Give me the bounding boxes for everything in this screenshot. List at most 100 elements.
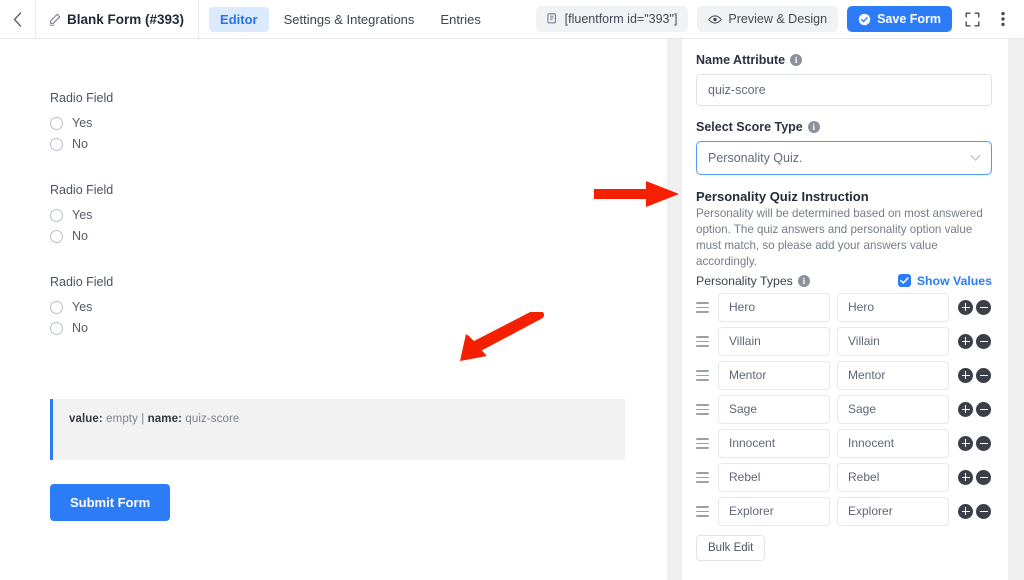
remove-personality-type-button[interactable]	[976, 334, 991, 349]
add-personality-type-button[interactable]	[958, 300, 973, 315]
personality-type-row	[696, 293, 992, 322]
personality-type-value-input[interactable]	[837, 429, 949, 458]
radio-field-3: Radio Field Yes No	[50, 275, 113, 342]
info-icon[interactable]: i	[808, 121, 820, 133]
form-title[interactable]: Blank Form (#393)	[36, 0, 199, 39]
personality-type-label-input[interactable]	[718, 361, 830, 390]
drag-handle-icon[interactable]	[696, 367, 711, 383]
show-values-toggle[interactable]: Show Values	[898, 274, 992, 288]
bulk-edit-button[interactable]: Bulk Edit	[696, 535, 765, 561]
score-type-select-wrap: Personality Quiz.	[696, 141, 992, 175]
radio-option[interactable]: No	[50, 229, 113, 243]
check-icon	[900, 277, 909, 284]
radio-option-label: No	[72, 137, 88, 151]
drag-handle-icon[interactable]	[696, 299, 711, 315]
personality-type-value-input[interactable]	[837, 497, 949, 526]
row-actions	[958, 504, 991, 519]
personality-type-label-input[interactable]	[718, 293, 830, 322]
radio-button-icon[interactable]	[50, 322, 63, 335]
show-values-label: Show Values	[917, 274, 992, 288]
add-personality-type-button[interactable]	[958, 368, 973, 383]
add-personality-type-button[interactable]	[958, 334, 973, 349]
name-attribute-label-text: Name Attribute	[696, 53, 785, 67]
remove-personality-type-button[interactable]	[976, 436, 991, 451]
tab-editor[interactable]: Editor	[209, 7, 269, 32]
notice-name: quiz-score	[185, 413, 239, 425]
radio-button-icon[interactable]	[50, 138, 63, 151]
personality-type-value-input[interactable]	[837, 361, 949, 390]
shortcode-chip[interactable]: [fluentform id="393"]	[536, 6, 689, 32]
radio-option[interactable]: Yes	[50, 208, 113, 222]
personality-types-list	[696, 293, 992, 526]
radio-button-icon[interactable]	[50, 230, 63, 243]
submit-form-button[interactable]: Submit Form	[50, 484, 170, 521]
radio-option[interactable]: Yes	[50, 116, 113, 130]
personality-type-value-input[interactable]	[837, 327, 949, 356]
drag-handle-icon[interactable]	[696, 435, 711, 451]
radio-option[interactable]: Yes	[50, 300, 113, 314]
radio-button-icon[interactable]	[50, 117, 63, 130]
notice-text: value: empty | name: quiz-score	[53, 399, 625, 425]
radio-option-label: Yes	[72, 116, 92, 130]
tab-entries[interactable]: Entries	[429, 7, 491, 32]
drag-handle-icon[interactable]	[696, 401, 711, 417]
check-circle-icon	[858, 13, 871, 26]
personality-type-label-input[interactable]	[718, 497, 830, 526]
fullscreen-button[interactable]	[961, 8, 983, 30]
radio-option-label: Yes	[72, 208, 92, 222]
remove-personality-type-button[interactable]	[976, 470, 991, 485]
radio-option[interactable]: No	[50, 137, 113, 151]
name-attribute-input[interactable]	[696, 74, 992, 106]
field-settings-content: Name Attribute i Select Score Type i Per…	[682, 39, 1008, 561]
form-title-text: Blank Form (#393)	[67, 12, 184, 27]
radio-field-1: Radio Field Yes No	[50, 91, 113, 158]
personality-type-value-input[interactable]	[837, 293, 949, 322]
radio-field-2: Radio Field Yes No	[50, 183, 113, 250]
select-score-type-label: Select Score Type i	[696, 120, 992, 134]
fullscreen-icon	[965, 12, 980, 27]
save-form-button[interactable]: Save Form	[847, 6, 952, 32]
notice-separator: |	[141, 413, 144, 425]
score-type-select[interactable]: Personality Quiz.	[696, 141, 992, 175]
personality-type-label-input[interactable]	[718, 429, 830, 458]
drag-handle-icon[interactable]	[696, 469, 711, 485]
personality-type-row	[696, 497, 992, 526]
personality-types-label-text: Personality Types	[696, 274, 793, 288]
radio-option[interactable]: No	[50, 321, 113, 335]
show-values-checkbox[interactable]	[898, 274, 911, 287]
drag-handle-icon[interactable]	[696, 333, 711, 349]
remove-personality-type-button[interactable]	[976, 402, 991, 417]
remove-personality-type-button[interactable]	[976, 300, 991, 315]
eye-icon	[708, 14, 722, 25]
top-bar: Blank Form (#393) Editor Settings & Inte…	[0, 0, 1024, 39]
remove-personality-type-button[interactable]	[976, 504, 991, 519]
row-actions	[958, 368, 991, 383]
preview-design-label: Preview & Design	[728, 12, 827, 26]
personality-type-value-input[interactable]	[837, 395, 949, 424]
add-personality-type-button[interactable]	[958, 402, 973, 417]
tab-settings-integrations[interactable]: Settings & Integrations	[273, 7, 426, 32]
personality-type-row	[696, 463, 992, 492]
personality-type-label-input[interactable]	[718, 395, 830, 424]
radio-button-icon[interactable]	[50, 209, 63, 222]
personality-type-value-input[interactable]	[837, 463, 949, 492]
notice-name-key: name:	[148, 413, 182, 425]
personality-type-label-input[interactable]	[718, 463, 830, 492]
row-actions	[958, 436, 991, 451]
add-personality-type-button[interactable]	[958, 436, 973, 451]
quiz-score-field-notice[interactable]: value: empty | name: quiz-score	[50, 399, 625, 460]
instruction-body: Personality will be determined based on …	[696, 206, 992, 270]
drag-handle-icon[interactable]	[696, 503, 711, 519]
add-personality-type-button[interactable]	[958, 470, 973, 485]
info-icon[interactable]: i	[790, 54, 802, 66]
personality-type-label-input[interactable]	[718, 327, 830, 356]
info-icon[interactable]: i	[798, 275, 810, 287]
row-actions	[958, 402, 991, 417]
add-personality-type-button[interactable]	[958, 504, 973, 519]
radio-button-icon[interactable]	[50, 301, 63, 314]
more-options-button[interactable]	[992, 8, 1014, 30]
instruction-title: Personality Quiz Instruction	[696, 189, 992, 204]
preview-design-button[interactable]: Preview & Design	[697, 6, 838, 32]
remove-personality-type-button[interactable]	[976, 368, 991, 383]
back-button[interactable]	[0, 0, 36, 39]
